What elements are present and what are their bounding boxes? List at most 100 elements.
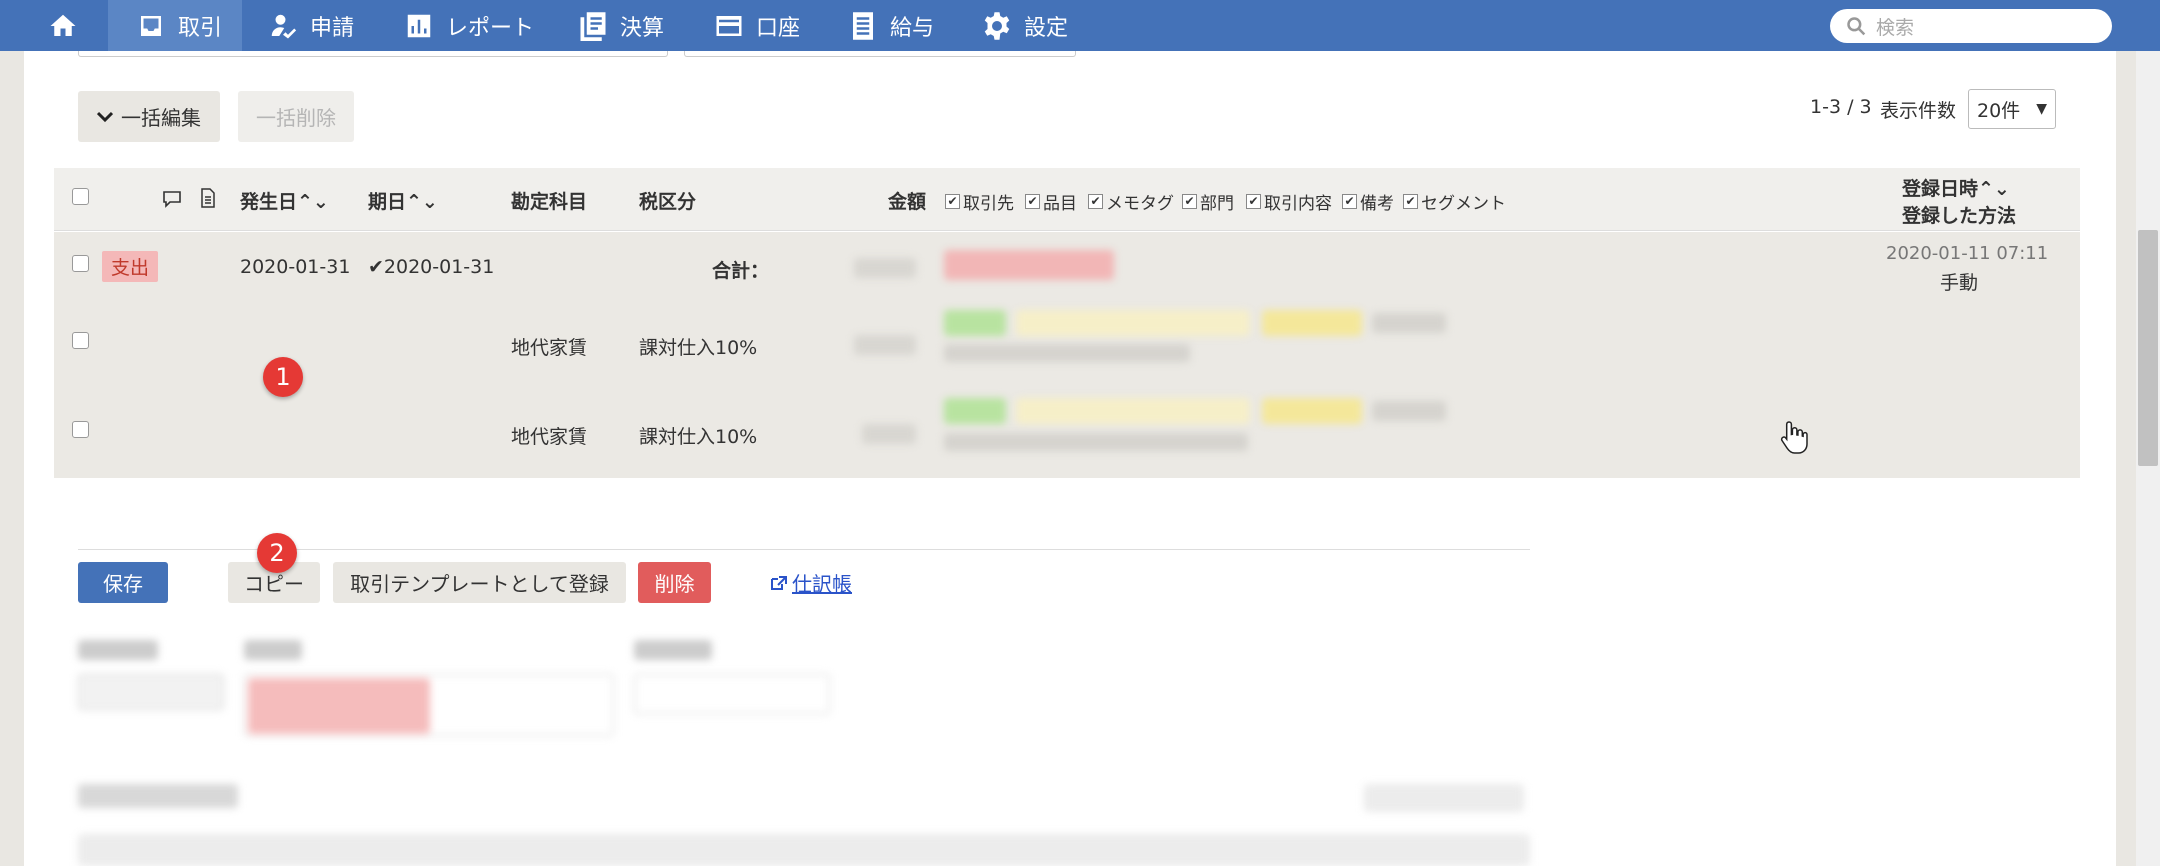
comment-icon xyxy=(163,191,181,208)
nav-label: 申請 xyxy=(310,15,355,41)
document-list-icon xyxy=(853,11,873,40)
hand-cursor-icon xyxy=(1780,421,1808,454)
checked-box-icon: ✔ xyxy=(1025,194,1040,209)
blurred-heading xyxy=(78,784,238,808)
paging-info: 1-3 / 3 xyxy=(1810,96,1872,118)
checked-box-icon: ✔ xyxy=(945,194,960,209)
blurred-text xyxy=(1372,401,1446,421)
per-page-select[interactable]: 20件 ▼ xyxy=(1968,89,2056,129)
sort-due-header[interactable]: 期日⌃⌄ xyxy=(368,187,438,214)
blurred-tag xyxy=(1262,310,1362,336)
per-page-label: 表示件数 xyxy=(1880,100,1957,122)
column-toggle-label: 取引先 xyxy=(963,194,1014,214)
select-all-checkbox[interactable] xyxy=(72,188,89,205)
column-toggle-note[interactable]: ✔ 備考 xyxy=(1342,189,1394,214)
column-toggle-description[interactable]: ✔ 取引内容 xyxy=(1246,189,1332,214)
gear-icon xyxy=(984,11,1010,40)
blurred-tag xyxy=(1016,398,1250,424)
blurred-partner-tag xyxy=(248,678,430,734)
check-icon: ✔ xyxy=(368,256,384,278)
row-checkbox[interactable] xyxy=(72,332,89,349)
credit-card-icon xyxy=(716,15,742,36)
column-toggle-label: 品目 xyxy=(1043,194,1077,214)
registration-method: 手動 xyxy=(1940,272,1979,294)
nav-applications[interactable]: 申請 xyxy=(268,0,354,51)
nav-home[interactable] xyxy=(48,0,78,51)
column-toggle-item[interactable]: ✔ 品目 xyxy=(1025,189,1077,214)
chevron-down-icon xyxy=(97,111,113,122)
sort-icon: ⌃⌄ xyxy=(406,191,438,213)
search-input[interactable]: 検索 xyxy=(1830,9,2112,43)
column-toggle-label: 取引内容 xyxy=(1264,194,1332,214)
bulk-delete-label: 一括削除 xyxy=(256,106,336,130)
delete-button[interactable]: 削除 xyxy=(638,562,711,603)
per-page-value: 20件 xyxy=(1977,99,2021,122)
dropdown-arrow-icon: ▼ xyxy=(2036,101,2047,117)
nav-reports[interactable]: レポート xyxy=(404,0,534,51)
blurred-text xyxy=(944,344,1190,362)
nav-payroll[interactable]: 給与 xyxy=(848,0,934,51)
nav-accounts[interactable]: 口座 xyxy=(714,0,800,51)
row-checkbox[interactable] xyxy=(72,421,89,438)
sort-icon: ⌃⌄ xyxy=(1978,178,2010,200)
blurred-text xyxy=(944,433,1248,451)
column-toggle-label: セグメント xyxy=(1421,194,1506,214)
total-label: 合計： xyxy=(712,260,770,282)
checked-box-icon: ✔ xyxy=(1246,194,1261,209)
column-toggle-segment[interactable]: ✔ セグメント xyxy=(1403,189,1506,214)
save-button[interactable]: 保存 xyxy=(78,562,168,603)
filter-group-partial[interactable] xyxy=(684,51,1076,57)
blurred-label xyxy=(78,640,158,660)
nav-closing[interactable]: 決算 xyxy=(578,0,664,51)
scrollbar-thumb[interactable] xyxy=(2138,230,2158,466)
nav-label: 給与 xyxy=(890,15,935,41)
filter-field-partial[interactable] xyxy=(78,51,668,57)
bar-chart-icon xyxy=(407,14,431,37)
external-link-icon xyxy=(771,575,787,590)
blurred-table-header xyxy=(78,834,1530,866)
bulk-edit-button[interactable]: 一括編集 xyxy=(78,91,220,142)
top-nav: 取引 申請 レポート 決算 口座 給与 設定 検索 xyxy=(0,0,2160,51)
sort-registered-header[interactable]: 登録日時⌃⌄ xyxy=(1902,174,2010,201)
tax-cell: 課対仕入10% xyxy=(639,426,758,448)
checked-box-icon: ✔ xyxy=(1088,194,1103,209)
expense-badge: 支出 xyxy=(102,251,158,282)
method-header: 登録した方法 xyxy=(1902,205,2017,227)
blurred-input[interactable] xyxy=(634,674,830,714)
column-toggle-department[interactable]: ✔ 部門 xyxy=(1182,189,1234,214)
row-checkbox[interactable] xyxy=(72,255,89,272)
column-toggle-memo-tag[interactable]: ✔ メモタグ xyxy=(1088,189,1174,214)
nav-label: レポート xyxy=(446,15,535,41)
blurred-partner-tag xyxy=(944,250,1114,280)
journal-link[interactable]: 仕訳帳 xyxy=(770,568,852,597)
checked-box-icon: ✔ xyxy=(1342,194,1357,209)
blurred-tag xyxy=(944,398,1006,424)
user-check-icon xyxy=(271,14,297,38)
column-toggle-label: 備考 xyxy=(1360,194,1394,214)
inbox-icon xyxy=(141,15,161,36)
blurred-tag xyxy=(1262,398,1362,424)
nav-settings[interactable]: 設定 xyxy=(982,0,1068,51)
sort-date-header[interactable]: 発生日⌃⌄ xyxy=(240,187,329,214)
search-icon xyxy=(1847,17,1866,36)
nav-label: 口座 xyxy=(756,15,801,41)
nav-label: 取引 xyxy=(178,15,223,41)
step-marker-2: 2 xyxy=(257,533,297,573)
account-header: 勘定科目 xyxy=(511,191,588,213)
register-template-button[interactable]: 取引テンプレートとして登録 xyxy=(333,562,626,603)
document-icon xyxy=(201,188,215,208)
due-date: 2020-01-31 xyxy=(383,256,495,278)
blurred-button[interactable] xyxy=(1364,784,1524,812)
bulk-delete-button[interactable]: 一括削除 xyxy=(238,91,354,142)
sort-icon: ⌃⌄ xyxy=(297,191,329,213)
column-toggle-partner[interactable]: ✔ 取引先 xyxy=(945,189,1014,214)
date-header-label: 発生日 xyxy=(240,191,298,213)
checked-box-icon: ✔ xyxy=(1403,194,1418,209)
tax-cell: 課対仕入10% xyxy=(639,337,758,359)
blurred-date-input[interactable] xyxy=(78,674,224,710)
journal-link-label: 仕訳帳 xyxy=(792,572,852,596)
step-marker-1: 1 xyxy=(263,357,303,397)
home-icon xyxy=(50,14,76,36)
registered-header-label: 登録日時 xyxy=(1902,178,1979,200)
nav-transactions[interactable]: 取引 xyxy=(108,0,242,51)
